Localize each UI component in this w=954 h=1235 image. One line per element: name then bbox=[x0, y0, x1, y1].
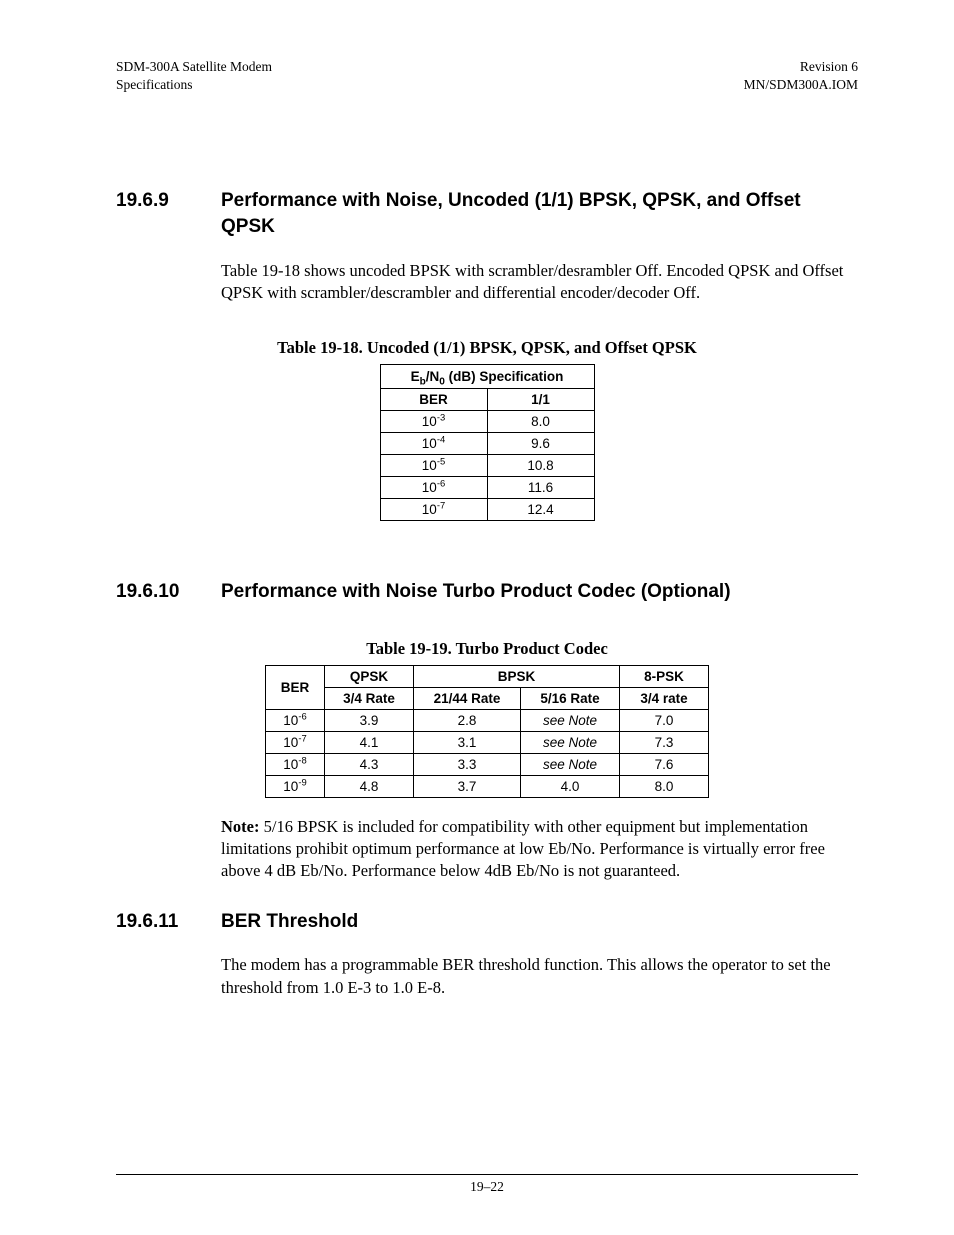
value-cell: 10.8 bbox=[487, 455, 594, 477]
header-docid: MN/SDM300A.IOM bbox=[744, 76, 858, 94]
section-title: Performance with Noise Turbo Product Cod… bbox=[221, 579, 858, 605]
ber-cell: 10-5 bbox=[380, 455, 487, 477]
table-row: 10-94.83.74.08.0 bbox=[266, 775, 709, 797]
table-19-sub-8p: 3/4 rate bbox=[620, 687, 709, 709]
ber-cell: 10-4 bbox=[380, 433, 487, 455]
bpsk-516-cell: 4.0 bbox=[521, 775, 620, 797]
bpsk-2144-cell: 2.8 bbox=[414, 709, 521, 731]
section-head-19611: 19.6.11 BER Threshold bbox=[116, 909, 858, 935]
table-row: 10-84.33.3see Note7.6 bbox=[266, 753, 709, 775]
bpsk-516-cell: see Note bbox=[521, 709, 620, 731]
section-1969-intro: Table 19-18 shows uncoded BPSK with scra… bbox=[221, 260, 858, 305]
8psk-cell: 7.0 bbox=[620, 709, 709, 731]
table-19-note: Note: 5/16 BPSK is included for compatib… bbox=[221, 816, 858, 883]
table-18: Eb/N0 (dB) Specification BER 1/1 10-38.0… bbox=[380, 364, 595, 521]
ber-cell: 10-7 bbox=[266, 731, 325, 753]
section-head-19610: 19.6.10 Performance with Noise Turbo Pro… bbox=[116, 579, 858, 605]
ber-cell: 10-7 bbox=[380, 499, 487, 521]
table-row: 10-74.13.1see Note7.3 bbox=[266, 731, 709, 753]
page-footer: 19–22 bbox=[116, 1174, 858, 1195]
table-19-caption: Table 19-19. Turbo Product Codec bbox=[116, 639, 858, 659]
value-cell: 11.6 bbox=[487, 477, 594, 499]
table-19: BER QPSK BPSK 8-PSK 3/4 Rate 21/44 Rate … bbox=[265, 665, 709, 798]
section-head-1969: 19.6.9 Performance with Noise, Uncoded (… bbox=[116, 188, 858, 239]
table-19-head-qpsk: QPSK bbox=[325, 665, 414, 687]
bpsk-516-cell: see Note bbox=[521, 753, 620, 775]
8psk-cell: 8.0 bbox=[620, 775, 709, 797]
bpsk-2144-cell: 3.1 bbox=[414, 731, 521, 753]
table-18-col-ber: BER bbox=[380, 389, 487, 411]
table-19-sub-b2: 5/16 Rate bbox=[521, 687, 620, 709]
table-19-head-bpsk: BPSK bbox=[414, 665, 620, 687]
table-row: 10-63.92.8see Note7.0 bbox=[266, 709, 709, 731]
header-section: Specifications bbox=[116, 76, 272, 94]
section-title: Performance with Noise, Uncoded (1/1) BP… bbox=[221, 188, 858, 239]
value-cell: 8.0 bbox=[487, 411, 594, 433]
ber-cell: 10-6 bbox=[266, 709, 325, 731]
table-19-col-ber: BER bbox=[266, 665, 325, 709]
table-18-spec-header: Eb/N0 (dB) Specification bbox=[380, 365, 594, 389]
bpsk-2144-cell: 3.3 bbox=[414, 753, 521, 775]
page-header: SDM-300A Satellite Modem Specifications … bbox=[116, 58, 858, 94]
qpsk-cell: 3.9 bbox=[325, 709, 414, 731]
value-cell: 12.4 bbox=[487, 499, 594, 521]
qpsk-cell: 4.3 bbox=[325, 753, 414, 775]
ber-cell: 10-3 bbox=[380, 411, 487, 433]
section-title: BER Threshold bbox=[221, 909, 858, 935]
bpsk-2144-cell: 3.7 bbox=[414, 775, 521, 797]
table-row: 10-49.6 bbox=[380, 433, 594, 455]
qpsk-cell: 4.1 bbox=[325, 731, 414, 753]
ber-cell: 10-9 bbox=[266, 775, 325, 797]
table-19-sub-b1: 21/44 Rate bbox=[414, 687, 521, 709]
header-product: SDM-300A Satellite Modem bbox=[116, 58, 272, 76]
table-19-sub-qpsk: 3/4 Rate bbox=[325, 687, 414, 709]
ber-cell: 10-6 bbox=[380, 477, 487, 499]
table-row: 10-611.6 bbox=[380, 477, 594, 499]
table-18-caption: Table 19-18. Uncoded (1/1) BPSK, QPSK, a… bbox=[116, 338, 858, 358]
value-cell: 9.6 bbox=[487, 433, 594, 455]
table-row: 10-510.8 bbox=[380, 455, 594, 477]
page-number: 19–22 bbox=[470, 1179, 504, 1194]
bpsk-516-cell: see Note bbox=[521, 731, 620, 753]
section-number: 19.6.9 bbox=[116, 188, 221, 239]
table-19-head-8psk: 8-PSK bbox=[620, 665, 709, 687]
header-revision: Revision 6 bbox=[744, 58, 858, 76]
section-19611-body: The modem has a programmable BER thresho… bbox=[221, 954, 858, 999]
ber-cell: 10-8 bbox=[266, 753, 325, 775]
table-18-col-rate: 1/1 bbox=[487, 389, 594, 411]
section-number: 19.6.11 bbox=[116, 909, 221, 935]
table-row: 10-38.0 bbox=[380, 411, 594, 433]
8psk-cell: 7.3 bbox=[620, 731, 709, 753]
table-row: 10-712.4 bbox=[380, 499, 594, 521]
section-number: 19.6.10 bbox=[116, 579, 221, 605]
8psk-cell: 7.6 bbox=[620, 753, 709, 775]
qpsk-cell: 4.8 bbox=[325, 775, 414, 797]
